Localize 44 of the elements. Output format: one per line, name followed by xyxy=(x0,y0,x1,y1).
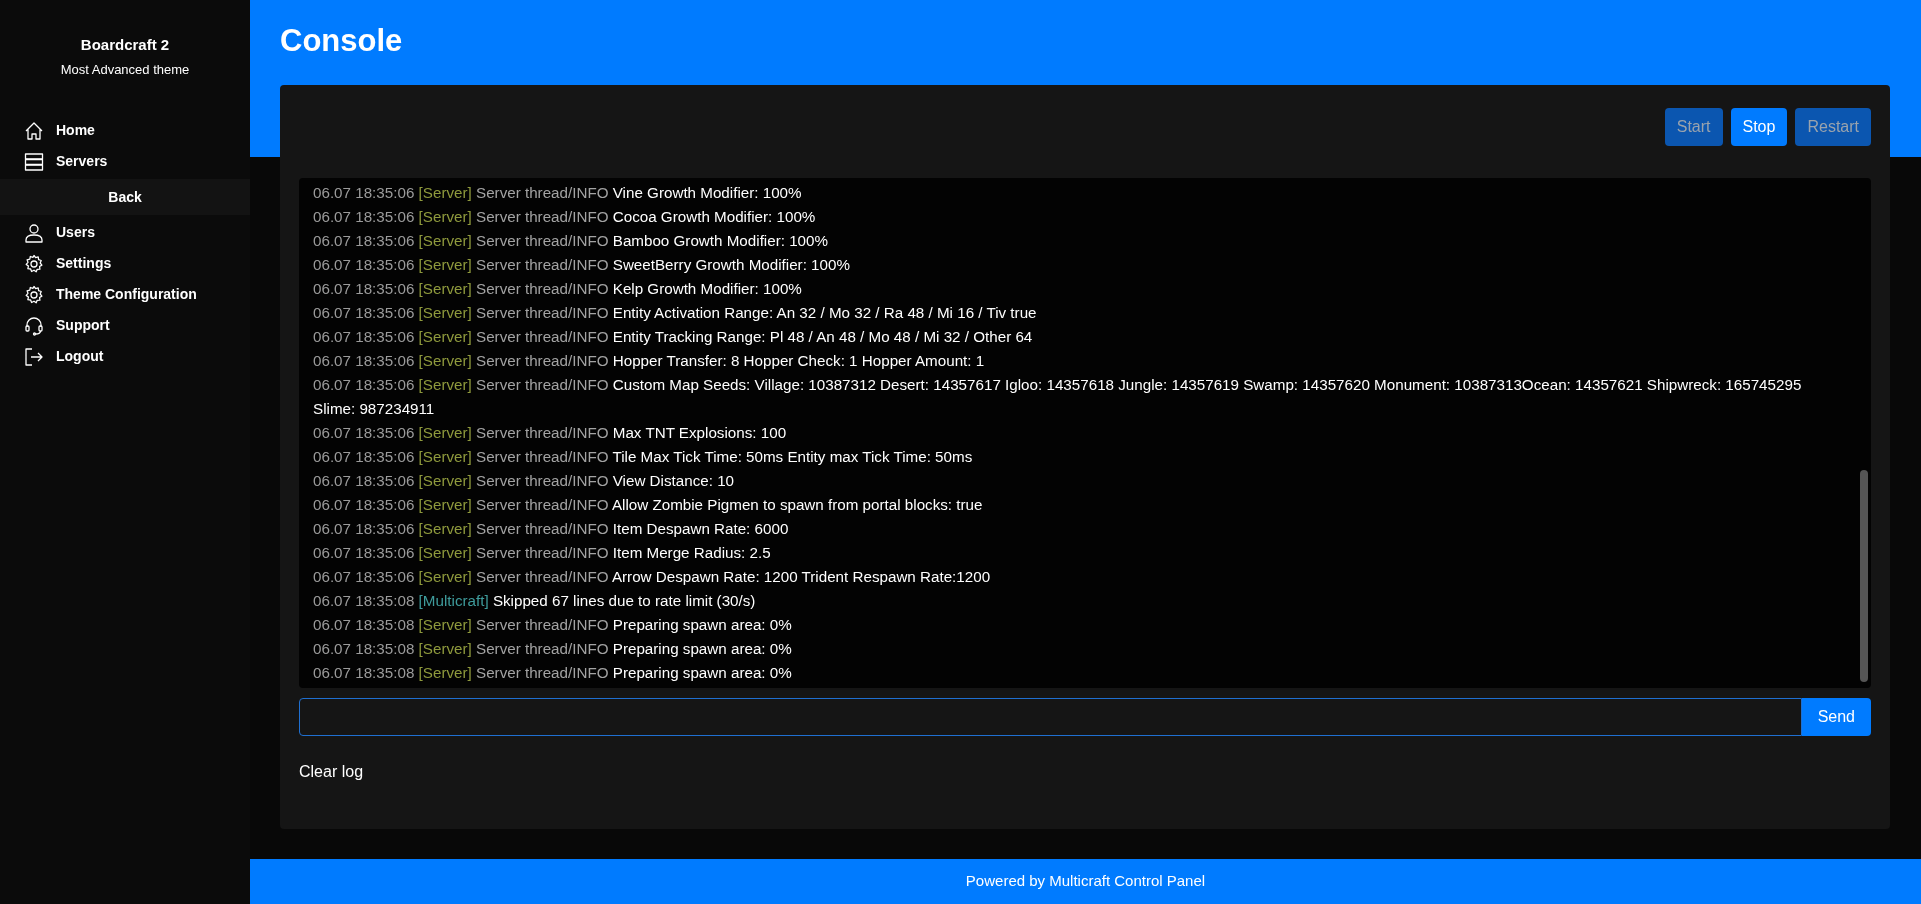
send-button[interactable]: Send xyxy=(1801,698,1871,736)
log-line: 06.07 18:35:06 [Server] Server thread/INFO View Distance: 10 xyxy=(313,471,736,491)
logout-icon xyxy=(24,346,44,367)
clear-log-link[interactable]: Clear log xyxy=(299,760,364,784)
command-input[interactable] xyxy=(299,698,1802,736)
scrollbar-thumb[interactable] xyxy=(1860,470,1868,682)
sidebar-link[interactable]: Logout xyxy=(0,341,250,372)
log-line: 06.07 18:35:06 [Server] Server thread/INFO SweetBerry Growth Modifier: 100% xyxy=(313,255,851,275)
log-line: 06.07 18:35:06 [Server] Server thread/INFO Max TNT Explosions: 100 xyxy=(313,423,788,443)
log-line: 06.07 18:35:06 [Server] Server thread/INFO Kelp Growth Modifier: 100% xyxy=(313,279,803,299)
back-link[interactable]: Back xyxy=(0,179,250,215)
sidebar-link[interactable]: Theme Configuration xyxy=(0,279,250,310)
sidebar-link[interactable]: Settings xyxy=(0,248,250,279)
log-line: 06.07 18:35:08 [Server] Server thread/INFO Preparing spawn area: 0% xyxy=(313,639,793,659)
user-icon xyxy=(24,222,44,243)
footer-text: Powered by Multicraft Control Panel xyxy=(965,871,1206,892)
sidebar-link[interactable]: Home xyxy=(0,115,250,146)
headset-icon xyxy=(24,315,44,336)
page-title: Console xyxy=(280,22,404,60)
sidebar-link[interactable]: Support xyxy=(0,310,250,341)
server-icon xyxy=(24,151,44,172)
gear-icon xyxy=(24,253,44,274)
sidebar-link[interactable]: Servers xyxy=(0,146,250,177)
log-line: 06.07 18:35:06 [Server] Server thread/INFO Cocoa Growth Modifier: 100% xyxy=(313,207,817,227)
log-line: 06.07 18:35:08 [Server] Server thread/INFO Preparing spawn area: 0% xyxy=(313,663,793,683)
log-line: 06.07 18:35:06 [Server] Server thread/INFO Bamboo Growth Modifier: 100% xyxy=(313,231,829,251)
log-line: 06.07 18:35:06 [Server] Server thread/INFO Item Merge Radius: 2.5 xyxy=(313,543,772,563)
log-line: 06.07 18:35:08 [Multicraft] Skipped 67 lines due to rate limit (30/s) xyxy=(313,591,757,611)
log-line: 06.07 18:35:06 [Server] Server thread/INFO Entity Tracking Range: Pl 48 / An 48 / Mo 48 / Mi 32 / Other 64 xyxy=(313,327,1034,347)
log-line: 06.07 18:35:06 [Server] Server thread/INFO Entity Activation Range: An 32 / Mo 32 / Ra 48 / Mi 16 / Tiv true xyxy=(313,303,1038,323)
server-control-button[interactable]: Stop xyxy=(1730,108,1788,146)
log-line: 06.07 18:35:06 [Server] Server thread/INFO Arrow Despawn Rate: 1200 Trident Respawn Rate:1200 xyxy=(313,567,992,587)
brand-title: Boardcraft 2 xyxy=(79,35,171,55)
log-line: 06.07 18:35:08 [Server] Server thread/INFO Preparing spawn area: 0% xyxy=(313,615,793,635)
log-line: 06.07 18:35:06 [Server] Server thread/INFO Hopper Transfer: 8 Hopper Check: 1 Hopper Amount: 1 xyxy=(313,351,986,371)
gear-icon xyxy=(24,284,44,305)
log-line: 06.07 18:35:06 [Server] Server thread/INFO Vine Growth Modifier: 100% xyxy=(313,183,803,203)
log-line: 06.07 18:35:06 [Server] Server thread/INFO Tile Max Tick Time: 50ms Entity max Tick Time: 50ms xyxy=(313,447,974,467)
log-line: 06.07 18:35:06 [Server] Server thread/INFO Custom Map Seeds: Village: 10387312 Desert: 14357617 Igloo: 14357618 Jungle: 14357619 Swamp: 14357620 Monument: 10387313Ocean: 14357621 Shipwreck: 165745295 Slime: 987234911 xyxy=(313,375,1803,419)
log-line: 06.07 18:35:06 [Server] Server thread/INFO Allow Zombie Pigmen to spawn from portal blocks: true xyxy=(313,495,984,515)
log-line: 06.07 18:35:06 [Server] Server thread/INFO Item Despawn Rate: 6000 xyxy=(313,519,790,539)
sidebar-link[interactable]: Users xyxy=(0,217,250,248)
brand-subtitle: Most Advanced theme xyxy=(59,60,191,79)
home-icon xyxy=(24,120,44,141)
